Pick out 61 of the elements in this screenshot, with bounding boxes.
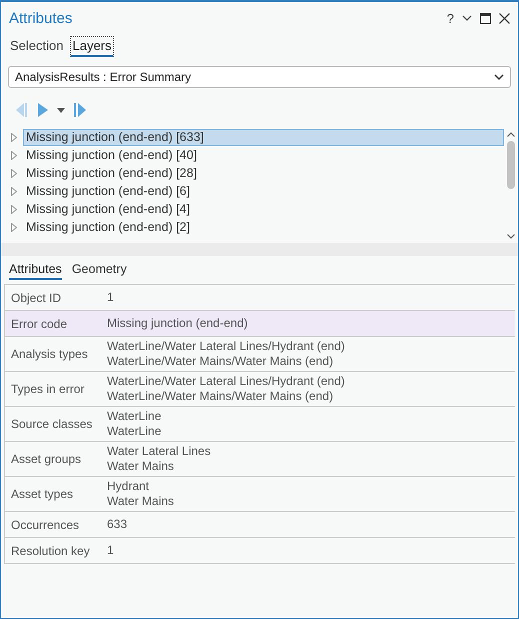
tree-item[interactable]: Missing junction (end-end) [633] [23,128,504,146]
field-value: WaterLine/Water Lateral Lines/Hydrant (end) [107,339,345,354]
attribute-row[interactable]: Types in error WaterLine/Water Lateral Lines/Hydrant (end) WaterLine/Water Mains/Water Mains (end) [5,372,515,407]
field-value: WaterLine/Water Lateral Lines/Hydrant (end) [107,374,345,389]
field-name: Error code [10,316,68,330]
window-title: Attributes [9,10,72,26]
field-name: Resolution key [10,544,91,558]
field-value: WaterLine/Water Mains/Water Mains (end) [107,389,334,404]
collapsed-arrow-icon[interactable] [11,150,17,160]
field-value: WaterLine [107,424,162,439]
attribute-row[interactable]: Occurrences 633 [5,512,515,538]
attribute-row[interactable]: Asset groups Water Lateral Lines Water Mains [5,442,515,477]
collapsed-arrow-icon[interactable] [11,186,17,196]
field-value: 1 [107,543,114,558]
chevron-down-icon[interactable] [462,13,472,23]
attribute-row[interactable]: Source classes WaterLine WaterLine [5,407,515,442]
help-button[interactable]: ? [446,10,454,26]
next-icon[interactable] [73,102,87,118]
tree-item[interactable]: Missing junction (end-end) [2] [23,218,504,236]
tree-item[interactable]: Missing junction (end-end) [28] [23,164,504,182]
field-value: Water Mains [107,494,174,509]
scroll-down-icon[interactable] [507,234,515,239]
scrollbar-thumb[interactable] [507,141,515,189]
attribute-row[interactable]: Analysis types WaterLine/Water Lateral Lines/Hydrant (end) WaterLine/Water Mains/Water Mains (end) [5,337,515,372]
tree-item[interactable]: Missing junction (end-end) [4] [23,200,504,218]
field-name: Asset groups [10,452,82,466]
collapsed-arrow-icon[interactable] [11,132,17,142]
chevron-down-icon [494,74,504,80]
maximize-icon[interactable] [480,12,491,24]
field-value: 1 [107,290,114,305]
field-name: Object ID [10,290,62,304]
field-name: Asset types [10,487,74,501]
tree-item[interactable]: Missing junction (end-end) [40] [23,146,504,164]
tab[interactable]: Layers [70,36,114,57]
attribute-row[interactable]: Asset types Hydrant Water Mains [5,477,515,512]
field-value: Water Lateral Lines [107,444,211,459]
tab[interactable]: Selection [9,36,64,57]
scroll-up-icon[interactable] [507,132,515,137]
close-icon[interactable] [499,12,510,24]
field-name: Occurrences [10,518,80,532]
tab[interactable]: Attributes [9,262,62,280]
attribute-row[interactable]: Resolution key 1 [5,538,515,564]
tree-item[interactable]: Missing junction (end-end) [6] [23,182,504,200]
tab[interactable]: Geometry [72,262,127,280]
field-value: 633 [107,517,128,532]
field-value: WaterLine/Water Mains/Water Mains (end) [107,354,334,369]
field-value: WaterLine [107,409,162,424]
field-value: Missing junction (end-end) [107,316,248,331]
collapsed-arrow-icon[interactable] [11,168,17,178]
collapsed-arrow-icon[interactable] [11,222,17,232]
field-name: Source classes [10,417,94,431]
field-name: Types in error [10,382,86,396]
field-name: Analysis types [10,347,89,361]
attribute-row[interactable]: Error code Missing junction (end-end) [5,311,515,337]
layer-dropdown[interactable]: AnalysisResults : Error Summary [8,66,511,88]
previous-icon[interactable] [15,102,29,118]
field-value: Hydrant [107,479,150,494]
caret-icon[interactable] [57,108,65,112]
field-value: Water Mains [107,459,175,474]
collapsed-arrow-icon[interactable] [11,204,17,214]
play-icon[interactable] [37,102,49,118]
